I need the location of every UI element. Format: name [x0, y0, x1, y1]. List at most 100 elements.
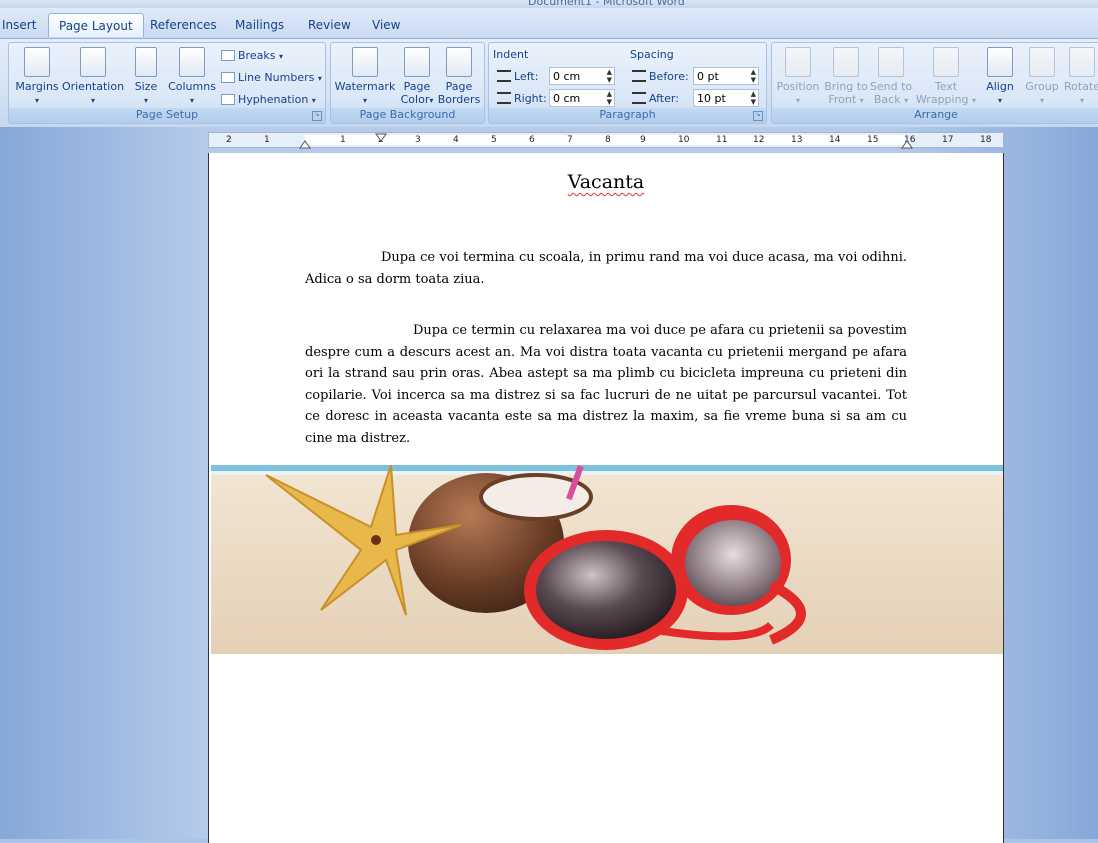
ruler-label: 18 — [980, 135, 992, 145]
document-page[interactable]: Vacanta Dupa ce voi termina cu scoala, i… — [209, 153, 1003, 843]
watermark-button[interactable]: Watermark ▾ — [334, 47, 396, 107]
page-color-button[interactable]: Page Color▾ — [397, 47, 437, 107]
tab-view[interactable]: View — [372, 18, 400, 32]
line-numbers-icon — [221, 72, 235, 83]
text-wrapping-label-1: Text — [934, 80, 958, 93]
rotate-button[interactable]: Rotate ▾ — [1062, 47, 1098, 107]
indent-left-icon — [497, 70, 511, 82]
bring-to-front-label-1: Bring to — [824, 80, 868, 93]
spacing-after-label: After: — [632, 92, 679, 105]
size-label: Size — [134, 80, 158, 93]
orientation-label: Orientation — [61, 80, 125, 93]
orientation-icon — [80, 47, 106, 77]
document-area: 2 1 1 2 3 4 5 6 7 8 9 10 11 12 13 14 15 … — [0, 127, 1098, 843]
page-setup-label: Page Setup — [9, 108, 325, 123]
ruler-label: 7 — [567, 135, 573, 145]
hyphenation-label: Hyphenation — [238, 93, 309, 106]
ruler-label: 17 — [942, 135, 954, 145]
page-setup-launcher-icon[interactable]: ↘ — [312, 111, 322, 121]
bring-to-front-button[interactable]: Bring to Front ▾ — [822, 47, 870, 107]
position-label: Position — [776, 80, 820, 93]
ruler-label: 11 — [716, 135, 728, 145]
page-borders-button[interactable]: Page Borders — [437, 47, 481, 106]
line-numbers-button[interactable]: Line Numbers ▾ — [221, 71, 322, 84]
size-icon — [135, 47, 157, 77]
ruler-label: 10 — [678, 135, 690, 145]
tab-page-layout[interactable]: Page Layout — [48, 13, 144, 37]
arrange-label: Arrange — [772, 108, 1098, 123]
horizontal-ruler[interactable]: 2 1 1 2 3 4 5 6 7 8 9 10 11 12 13 14 15 … — [208, 132, 1004, 149]
ribbon-tabs: Insert Page Layout References Mailings R… — [0, 8, 1098, 38]
ruler-label: 13 — [791, 135, 803, 145]
ruler-label: 12 — [753, 135, 765, 145]
group-button[interactable]: Group ▾ — [1022, 47, 1062, 107]
text-wrapping-button[interactable]: Text Wrapping ▾ — [914, 47, 978, 107]
columns-icon — [179, 47, 205, 77]
group-paragraph: Indent Left: 0 cm ▲ ▼ Right: 0 cm ▲ ▼ Spacin… — [488, 42, 767, 124]
ruler-label: 6 — [529, 135, 535, 145]
send-to-back-icon — [878, 47, 904, 77]
spacing-before-input[interactable]: 0 pt ▲ ▼ — [693, 67, 759, 85]
right-indent-marker-icon[interactable] — [901, 139, 913, 149]
spacing-before-icon — [632, 70, 646, 82]
indent-right-label: Right: — [497, 92, 547, 105]
paragraph-launcher-icon[interactable]: ↘ — [753, 111, 763, 121]
left-indent-marker-icon[interactable] — [299, 139, 311, 149]
indent-left-input[interactable]: 0 cm ▲ ▼ — [549, 67, 615, 85]
text-wrapping-icon — [933, 47, 959, 77]
watermark-icon — [352, 47, 378, 77]
bring-to-front-label-2: Front — [828, 93, 857, 106]
page-color-label-1: Page — [403, 80, 431, 93]
tab-insert[interactable]: Insert — [2, 18, 36, 32]
orientation-button[interactable]: Orientation ▾ — [61, 47, 125, 107]
align-label: Align — [986, 80, 1014, 93]
page-borders-label-2: Borders — [437, 93, 481, 106]
ruler-label: 3 — [415, 135, 421, 145]
send-to-back-button[interactable]: Send to Back ▾ — [868, 47, 914, 107]
text-wrapping-label-2: Wrapping — [915, 93, 969, 106]
ruler-label: 1 — [264, 135, 270, 145]
tab-mailings[interactable]: Mailings — [235, 18, 284, 32]
group-label: Group — [1025, 80, 1059, 93]
spacing-after-input[interactable]: 10 pt ▲ ▼ — [693, 89, 759, 107]
position-icon — [785, 47, 811, 77]
bring-to-front-icon — [833, 47, 859, 77]
margins-icon — [24, 47, 50, 77]
spacing-label: Spacing — [630, 48, 674, 61]
ruler-label: 8 — [605, 135, 611, 145]
size-button[interactable]: Size ▾ — [129, 47, 163, 107]
indent-label: Indent — [493, 48, 529, 61]
ribbon: Margins ▾ Orientation ▾ Size ▾ Columns ▾ Bre… — [0, 38, 1098, 128]
group-arrange: Position ▾ Bring to Front ▾ Send to Back ▾ … — [771, 42, 1098, 124]
indent-right-icon — [497, 92, 511, 104]
ruler-label: 4 — [453, 135, 459, 145]
breaks-label: Breaks — [238, 49, 276, 62]
first-line-indent-marker-icon[interactable] — [375, 133, 387, 142]
columns-label: Columns — [168, 80, 216, 93]
ruler-label: 5 — [491, 135, 497, 145]
align-button[interactable]: Align ▾ — [980, 47, 1020, 107]
watermark-label: Watermark — [334, 80, 396, 93]
hyphenation-icon — [221, 94, 235, 105]
beach-photo[interactable] — [211, 465, 1003, 654]
page-borders-label-1: Page — [445, 80, 473, 93]
send-to-back-label-1: Send to — [869, 80, 913, 93]
ruler-label: 1 — [340, 135, 346, 145]
group-page-background: Watermark ▾ Page Color▾ Page Borders Page B… — [330, 42, 485, 124]
tab-references[interactable]: References — [150, 18, 217, 32]
page-color-icon — [404, 47, 430, 77]
ruler-label: 15 — [867, 135, 879, 145]
breaks-button[interactable]: Breaks ▾ — [221, 49, 283, 62]
indent-right-input[interactable]: 0 cm ▲ ▼ — [549, 89, 615, 107]
group-icon — [1029, 47, 1055, 77]
rotate-label: Rotate — [1063, 80, 1098, 93]
columns-button[interactable]: Columns ▾ — [167, 47, 217, 107]
tab-review[interactable]: Review — [308, 18, 351, 32]
paragraph-1: Dupa ce voi termina cu scoala, in primu … — [305, 250, 907, 287]
paragraph-label: Paragraph — [489, 108, 766, 123]
group-page-setup: Margins ▾ Orientation ▾ Size ▾ Columns ▾ Bre… — [8, 42, 326, 124]
align-icon — [987, 47, 1013, 77]
margins-button[interactable]: Margins ▾ — [13, 47, 61, 107]
position-button[interactable]: Position ▾ — [774, 47, 822, 107]
hyphenation-button[interactable]: Hyphenation ▾ — [221, 93, 316, 106]
